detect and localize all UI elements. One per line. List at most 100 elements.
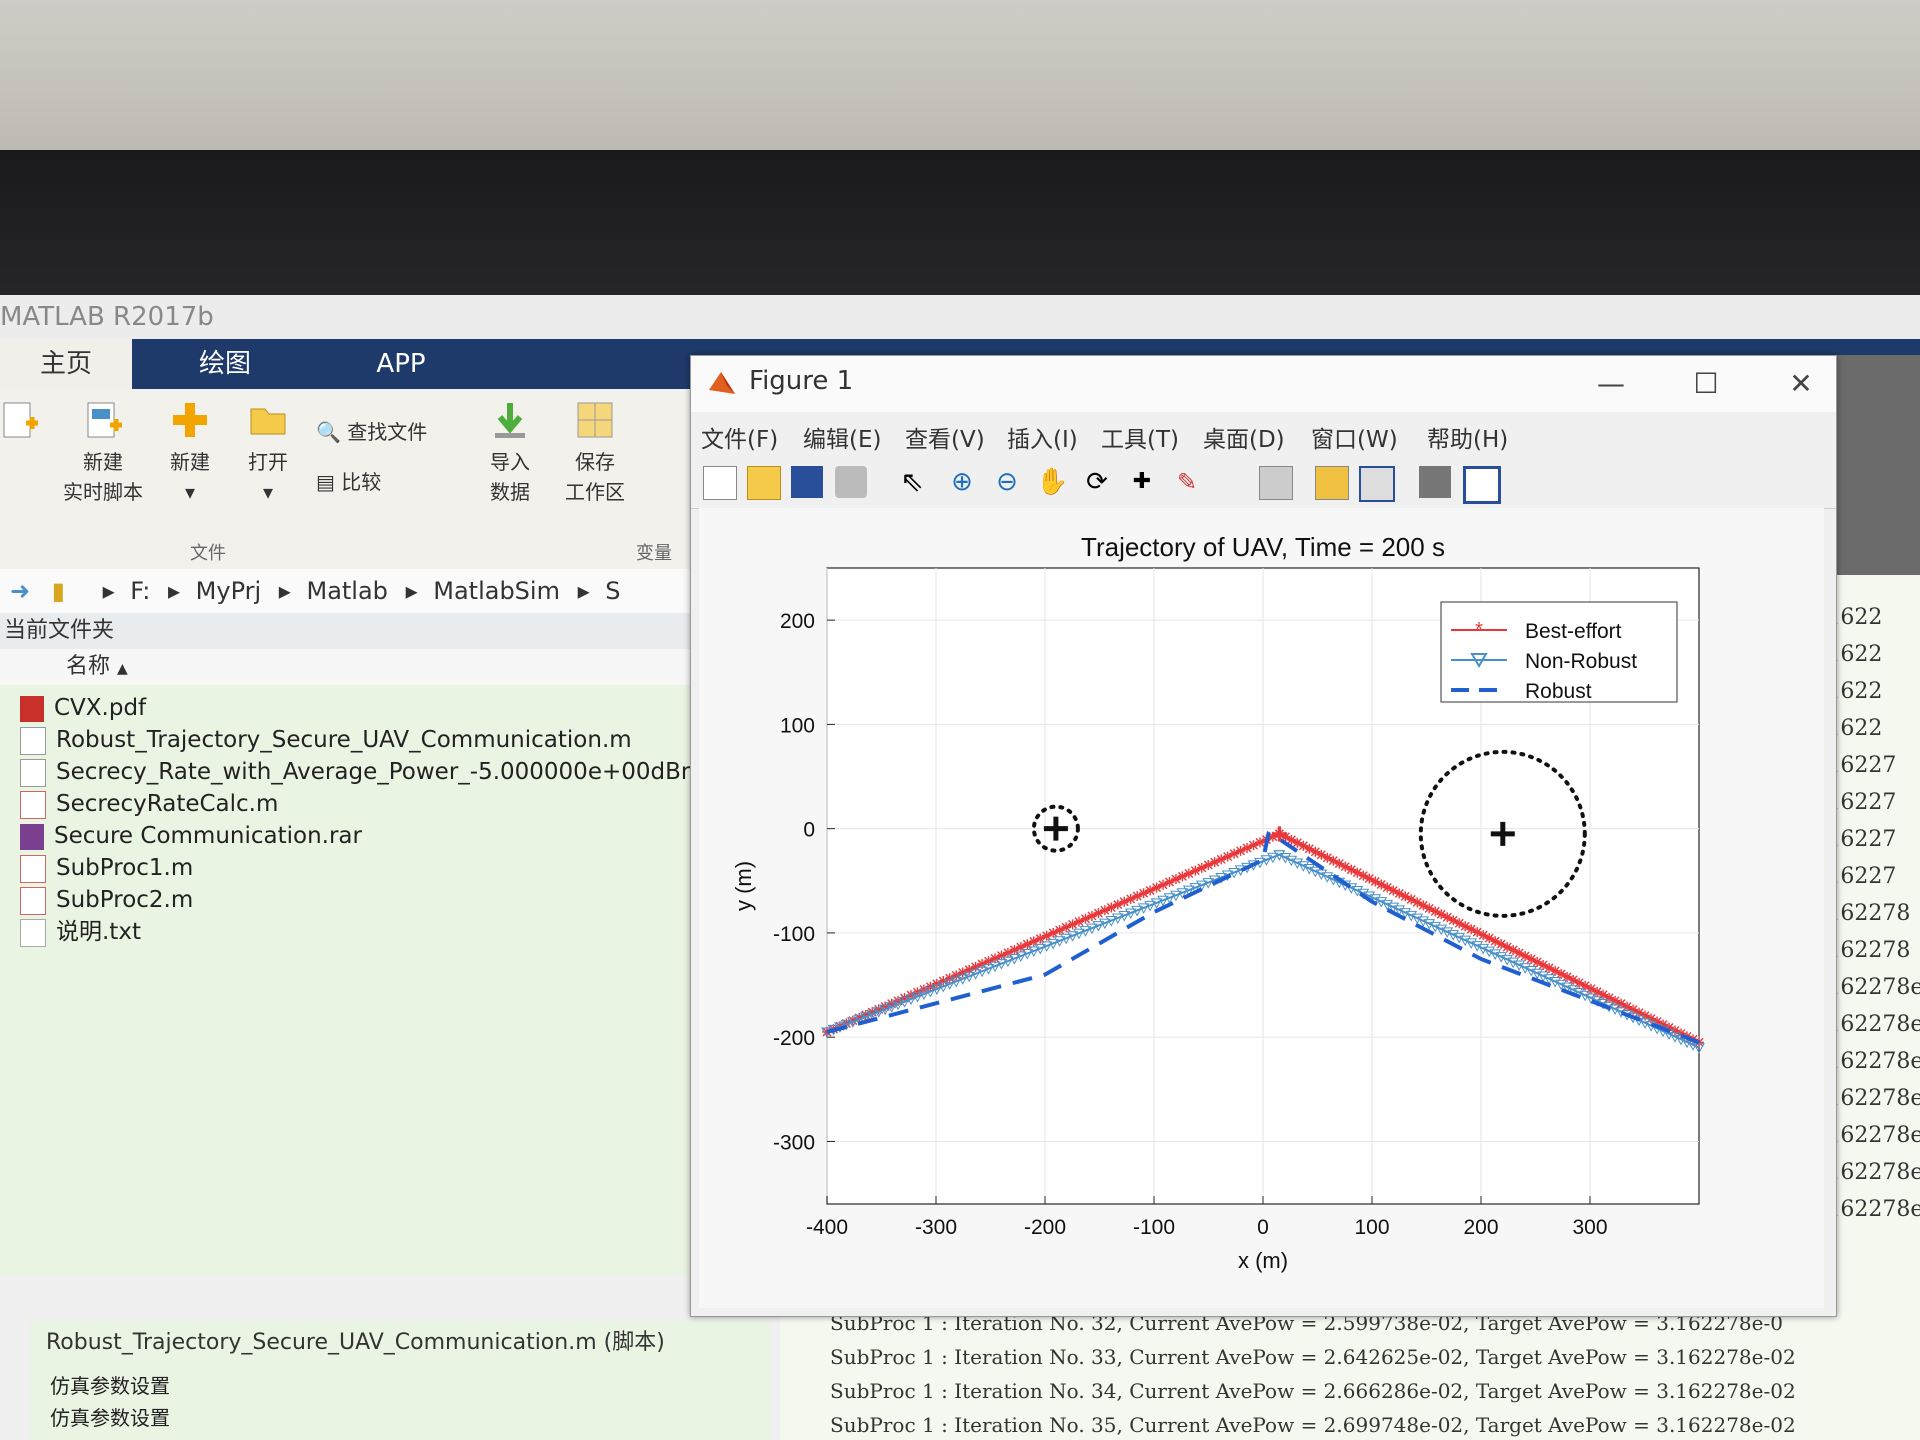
x-tick-label: 100 — [1354, 1216, 1389, 1239]
peak-marker: + — [1271, 818, 1289, 851]
cmd-line: SubProc 1 : Iteration No. 33, Current Av… — [830, 1345, 1796, 1369]
file-name: Secure Communication.rar — [54, 823, 362, 849]
link-plot-icon[interactable] — [1259, 466, 1293, 500]
file-row[interactable]: SubProc1.m — [20, 853, 193, 883]
address-bar[interactable]: ➜ ▮ ▸ F: ▸ MyPrj ▸ Matlab ▸ MatlabSim ▸ … — [0, 569, 700, 614]
open-label: 打开 — [248, 450, 288, 474]
chart-legend[interactable]: * Best-effort Non-Robust Robust — [1440, 601, 1678, 703]
path-segment-myprj[interactable]: MyPrj — [196, 577, 262, 605]
minimize-button[interactable]: — — [1591, 364, 1631, 404]
find-files-label: 查找文件 — [347, 420, 428, 444]
pdf-icon — [20, 695, 44, 722]
x-tick-label: -100 — [1133, 1216, 1175, 1239]
pan-icon[interactable]: ✋ — [1036, 466, 1068, 498]
details-item[interactable]: 仿真参数设置 — [50, 1370, 170, 1399]
brush-icon[interactable]: ✎ — [1171, 466, 1203, 498]
path-sep-icon: ▸ — [102, 577, 115, 605]
path-segment-matlabsim[interactable]: MatlabSim — [433, 577, 560, 605]
tab-plots[interactable]: 绘图 — [140, 339, 310, 389]
figure-window: Figure 1 — ☐ ✕ 文件(F) 编辑(E) 查看(V) 插入(I) 工… — [690, 355, 1837, 1317]
file-list-header[interactable]: 名称 ▲ — [0, 649, 700, 686]
menu-desktop[interactable]: 桌面(D) — [1203, 420, 1285, 454]
open-file-icon[interactable] — [747, 466, 781, 500]
figure-toolbar: ⇖ ⊕ ⊖ ✋ ⟳ ✚ ✎ — [691, 458, 1836, 509]
close-button[interactable]: ✕ — [1781, 364, 1821, 404]
matlab-logo-icon — [709, 372, 735, 394]
background-wall — [0, 0, 1920, 160]
tab-home[interactable]: 主页 — [0, 339, 132, 389]
figure-title: Figure 1 — [749, 366, 854, 396]
import-data-button[interactable]: 导入 数据 — [480, 399, 540, 507]
new-script-button[interactable] — [0, 399, 40, 447]
save-icon[interactable] — [791, 466, 823, 498]
details-item[interactable]: 仿真参数设置 — [50, 1402, 170, 1431]
folder-up-icon[interactable]: ▮ — [52, 577, 65, 605]
file-row[interactable]: 说明.txt — [20, 917, 141, 947]
menu-window[interactable]: 窗口(W) — [1311, 420, 1398, 454]
archive-icon — [20, 823, 44, 850]
pointer-icon[interactable]: ⇖ — [896, 466, 928, 498]
show-tools-icon[interactable] — [1463, 466, 1501, 504]
figure-titlebar[interactable]: Figure 1 — ☐ ✕ — [691, 356, 1836, 412]
x-tick-label: -300 — [915, 1216, 957, 1239]
open-button[interactable]: 打开 ▾ — [238, 399, 298, 507]
workspace-grid-icon — [577, 402, 613, 438]
plus-icon — [173, 403, 207, 437]
colorbar-icon[interactable] — [1315, 466, 1349, 500]
import-arrow-icon — [495, 403, 525, 438]
y-tick-label: -200 — [773, 1027, 815, 1050]
save-workspace-button[interactable]: 保存 工作区 — [560, 399, 630, 507]
menu-file[interactable]: 文件(F) — [701, 420, 778, 454]
screen: MATLAB R2017b 主页 绘图 APP 新建 实时脚本 新建 ▾ 打开 ▾ … — [0, 295, 1920, 1440]
path-segment-sub[interactable]: S — [605, 577, 620, 605]
print-icon[interactable] — [835, 466, 867, 498]
file-row[interactable]: Secure Communication.rar — [20, 821, 362, 851]
menu-insert[interactable]: 插入(I) — [1007, 420, 1078, 454]
tab-apps[interactable]: APP — [316, 339, 486, 389]
text-file-icon — [20, 918, 46, 947]
path-segment-matlab[interactable]: Matlab — [306, 577, 387, 605]
maximize-button[interactable]: ☐ — [1686, 364, 1726, 404]
menu-edit[interactable]: 编辑(E) — [803, 420, 881, 454]
compare-button[interactable]: ▤ 比较 — [316, 467, 456, 497]
y-axis-ticks: 200 100 0 -100 -200 -300 — [773, 610, 835, 1154]
back-arrow-icon[interactable]: ➜ — [10, 577, 30, 605]
file-row[interactable]: CVX.pdf — [20, 693, 146, 723]
monitor-bezel — [0, 150, 1920, 300]
file-list: CVX.pdf Robust_Trajectory_Secure_UAV_Com… — [0, 685, 703, 1275]
path-segment-drive[interactable]: F: — [130, 577, 150, 605]
data-cursor-icon[interactable]: ✚ — [1126, 466, 1158, 498]
file-name: SecrecyRateCalc.m — [56, 791, 279, 817]
file-name: Secrecy_Rate_with_Average_Power_-5.00000… — [56, 759, 704, 785]
new-figure-icon[interactable] — [703, 466, 737, 500]
column-name-header[interactable]: 名称 — [66, 654, 110, 679]
legend-icon[interactable] — [1359, 466, 1395, 502]
file-row[interactable]: SecrecyRateCalc.m — [20, 789, 278, 819]
import-label-1: 导入 — [490, 450, 530, 474]
ribbon-section-file: 文件 — [190, 543, 226, 564]
hide-tools-icon[interactable] — [1419, 466, 1451, 498]
menu-help[interactable]: 帮助(H) — [1427, 420, 1508, 454]
legend-label-best-effort: Best-effort — [1525, 620, 1622, 643]
save-workspace-label-1: 保存 — [575, 450, 615, 474]
new-button[interactable]: 新建 ▾ — [160, 399, 220, 507]
compare-icon: ▤ — [316, 470, 335, 494]
figure-menubar: 文件(F) 编辑(E) 查看(V) 插入(I) 工具(T) 桌面(D) 窗口(W… — [691, 412, 1836, 458]
file-row[interactable]: Robust_Trajectory_Secure_UAV_Communicati… — [20, 725, 632, 755]
app-title: MATLAB R2017b — [0, 295, 1920, 339]
rotate-icon[interactable]: ⟳ — [1081, 466, 1113, 498]
file-row[interactable]: SubProc2.m — [20, 885, 193, 915]
legend-label-robust: Robust — [1525, 680, 1592, 703]
menu-tools[interactable]: 工具(T) — [1101, 420, 1179, 454]
zoom-in-icon[interactable]: ⊕ — [946, 466, 978, 498]
y-tick-label: 100 — [780, 714, 815, 737]
y-tick-label: -100 — [773, 923, 815, 946]
menu-view[interactable]: 查看(V) — [905, 420, 985, 454]
current-folder-label: 当前文件夹 — [4, 618, 115, 643]
file-name: 说明.txt — [56, 919, 141, 945]
zoom-out-icon[interactable]: ⊖ — [991, 466, 1023, 498]
new-live-script-button[interactable]: 新建 实时脚本 — [58, 399, 148, 507]
chart-title: Trajectory of UAV, Time = 200 s — [1081, 532, 1445, 562]
find-files-button[interactable]: 🔍 查找文件 — [316, 417, 456, 447]
file-row[interactable]: Secrecy_Rate_with_Average_Power_-5.00000… — [20, 757, 703, 787]
